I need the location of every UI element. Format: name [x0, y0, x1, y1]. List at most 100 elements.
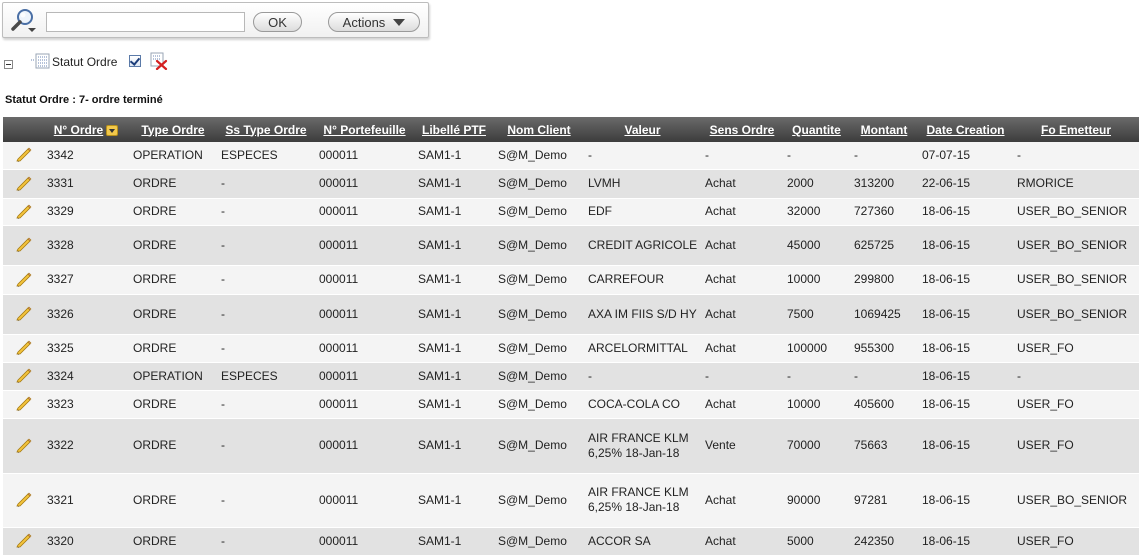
cell-libelle-ptf: SAM1-1: [414, 390, 494, 419]
cell-quantite: 100000: [783, 334, 850, 363]
pencil-icon[interactable]: [16, 272, 32, 288]
cell-libelle-ptf: SAM1-1: [414, 527, 494, 556]
cell-fo-emetteur: USER_BO_SENIOR: [1013, 265, 1139, 295]
table-body: 3342 OPERATION ESPECES 000011 SAM1-1 S@M_Demo…: [3, 142, 1139, 556]
cell-no-ordre: 3331: [43, 169, 129, 199]
table-row: 3320 ORDRE -000011 SAM1-1 S@M_Demo ACCOR SA Ac…: [3, 527, 1139, 556]
cell-fo-emetteur: USER_BO_SENIOR: [1013, 473, 1139, 528]
cell-no-ordre: 3327: [43, 265, 129, 295]
cell-type-ordre: ORDRE: [129, 198, 217, 226]
pencil-icon[interactable]: [16, 492, 32, 508]
cell-montant: 299800: [850, 265, 918, 295]
cell-date-creation: 18-06-15: [918, 473, 1013, 528]
cell-date-creation: 22-06-15: [918, 169, 1013, 199]
cell-nom-client: S@M_Demo: [494, 265, 584, 295]
edit-cell: [3, 473, 43, 528]
ok-button[interactable]: OK: [253, 12, 302, 32]
cell-valeur: AIR FRANCE KLM 6,25% 18-Jan-18: [584, 473, 701, 528]
actions-menu-button[interactable]: Actions: [328, 12, 420, 32]
column-header-no-portefeuille[interactable]: N° Portefeuille: [315, 117, 414, 142]
search-icon[interactable]: [9, 7, 37, 35]
column-header-fo-emetteur[interactable]: Fo Emetteur: [1013, 117, 1139, 142]
cell-fo-emetteur: USER_BO_SENIOR: [1013, 225, 1139, 266]
cell-sens-ordre: -: [701, 362, 783, 391]
cell-ss-type-ordre: -: [217, 198, 315, 226]
cell-date-creation: 18-06-15: [918, 418, 1013, 474]
cell-type-ordre: ORDRE: [129, 265, 217, 295]
column-header-date-creation[interactable]: Date Creation: [918, 117, 1013, 142]
cell-quantite: 7500: [783, 294, 850, 335]
cell-quantite: 5000: [783, 527, 850, 556]
column-header-sens-ordre[interactable]: Sens Ordre: [701, 117, 783, 142]
pencil-icon[interactable]: [16, 368, 32, 384]
column-header-libelle-ptf[interactable]: Libellé PTF: [414, 117, 494, 142]
cell-no-ordre: 3326: [43, 294, 129, 335]
table-row: 3324 OPERATION ESPECES 000011 SAM1-1 S@M_Demo…: [3, 362, 1139, 391]
cell-libelle-ptf: SAM1-1: [414, 418, 494, 474]
pencil-icon[interactable]: [16, 176, 32, 192]
pencil-icon[interactable]: [16, 306, 32, 322]
cell-montant: 97281: [850, 473, 918, 528]
edit-cell: [3, 527, 43, 556]
cell-ss-type-ordre: -: [217, 334, 315, 363]
cell-montant: -: [850, 362, 918, 391]
search-input[interactable]: [46, 12, 245, 32]
cell-date-creation: 18-06-15: [918, 225, 1013, 266]
pencil-icon[interactable]: [16, 237, 32, 253]
cell-nom-client: S@M_Demo: [494, 418, 584, 474]
edit-cell: [3, 390, 43, 419]
column-header-valeur[interactable]: Valeur: [584, 117, 701, 142]
cell-date-creation: 18-06-15: [918, 294, 1013, 335]
sort-desc-icon[interactable]: [106, 124, 119, 136]
cell-nom-client: S@M_Demo: [494, 527, 584, 556]
cell-date-creation: 18-06-15: [918, 265, 1013, 295]
cell-montant: 242350: [850, 527, 918, 556]
cell-sens-ordre: Achat: [701, 169, 783, 199]
column-header-ss-type-ordre[interactable]: Ss Type Ordre: [217, 117, 315, 142]
cell-no-ordre: 3320: [43, 527, 129, 556]
cell-valeur: LVMH: [584, 169, 701, 199]
column-header-type-ordre[interactable]: Type Ordre: [129, 117, 217, 142]
edit-cell: [3, 225, 43, 266]
pencil-icon[interactable]: [16, 396, 32, 412]
cell-sens-ordre: Achat: [701, 473, 783, 528]
filter-checkbox[interactable]: [129, 55, 141, 67]
column-header-no-ordre[interactable]: N° Ordre: [43, 117, 129, 142]
cell-sens-ordre: Vente: [701, 418, 783, 474]
cell-sens-ordre: Achat: [701, 527, 783, 556]
collapse-icon[interactable]: [4, 60, 13, 69]
table-row: 3329 ORDRE -000011 SAM1-1 S@M_Demo EDF Achat 32…: [3, 198, 1139, 226]
column-header-quantite[interactable]: Quantite: [783, 117, 850, 142]
cell-montant: 625725: [850, 225, 918, 266]
pencil-icon[interactable]: [16, 533, 32, 549]
cell-fo-emetteur: USER_FO: [1013, 418, 1139, 474]
cell-ss-type-ordre: -: [217, 169, 315, 199]
cell-valeur: -: [584, 362, 701, 391]
cell-fo-emetteur: USER_BO_SENIOR: [1013, 294, 1139, 335]
cell-sens-ordre: Achat: [701, 390, 783, 419]
cell-no-ordre: 3328: [43, 225, 129, 266]
cell-libelle-ptf: SAM1-1: [414, 198, 494, 226]
orders-table: N° Ordre Type Ordre Ss Type Ordre N° Por…: [3, 117, 1139, 556]
pencil-icon[interactable]: [16, 147, 32, 163]
pencil-icon[interactable]: [16, 340, 32, 356]
filter-row: Statut Ordre: [4, 52, 404, 72]
cell-libelle-ptf: SAM1-1: [414, 142, 494, 170]
cell-no-ordre: 3329: [43, 198, 129, 226]
cell-no-portefeuille: 000011: [315, 527, 414, 556]
edit-cell: [3, 265, 43, 295]
table-row: 3325 ORDRE -000011 SAM1-1 S@M_Demo ARCELORMIT…: [3, 334, 1139, 363]
remove-filter-icon[interactable]: [148, 52, 168, 70]
cell-montant: 405600: [850, 390, 918, 419]
pencil-icon[interactable]: [16, 204, 32, 220]
edit-cell: [3, 334, 43, 363]
column-header-nom-client[interactable]: Nom Client: [494, 117, 584, 142]
cell-type-ordre: ORDRE: [129, 169, 217, 199]
cell-fo-emetteur: -: [1013, 142, 1139, 170]
cell-no-portefeuille: 000011: [315, 169, 414, 199]
cell-no-portefeuille: 000011: [315, 198, 414, 226]
column-header-montant[interactable]: Montant: [850, 117, 918, 142]
pencil-icon[interactable]: [16, 438, 32, 454]
cell-type-ordre: ORDRE: [129, 225, 217, 266]
cell-type-ordre: ORDRE: [129, 473, 217, 528]
